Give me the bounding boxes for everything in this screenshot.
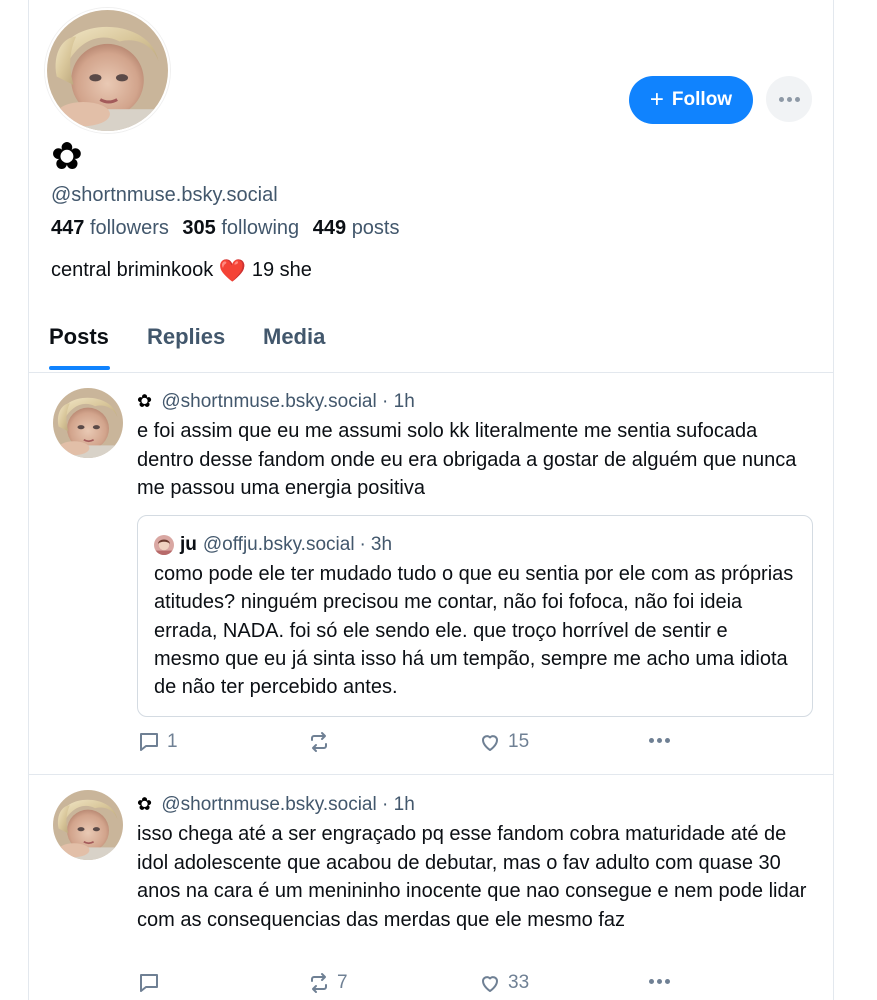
reply-button[interactable] <box>137 971 167 995</box>
post-author-avatar-image <box>53 388 123 458</box>
profile-avatar[interactable] <box>45 8 170 133</box>
post-author-handle[interactable]: @shortnmuse.bsky.social <box>161 391 376 412</box>
quoted-author-avatar-image <box>154 535 174 555</box>
post-author-avatar[interactable] <box>53 388 123 458</box>
like-button[interactable]: 15 <box>478 730 529 754</box>
post-author-avatar-image <box>53 790 123 860</box>
post-more-button[interactable] <box>649 738 670 743</box>
post-separator: · <box>382 794 389 815</box>
post-text: isso chega até a ser engraçado pq esse f… <box>137 823 807 931</box>
post-author-name[interactable]: ✿ <box>137 391 152 412</box>
profile-bio: central briminkook ❤️ 19 she <box>51 258 312 284</box>
feed-post[interactable]: ✿ @shortnmuse.bsky.social · 1h e foi ass… <box>29 373 833 775</box>
post-separator: · <box>382 391 389 412</box>
heart-icon <box>482 976 498 992</box>
follow-button[interactable]: + Follow <box>629 76 753 124</box>
reply-icon <box>140 733 158 751</box>
posts-stat: 449 posts <box>313 217 400 239</box>
bio-text-suffix: 19 she <box>251 259 312 281</box>
profile-handle: @shortnmuse.bsky.social <box>51 184 278 206</box>
post-more-button[interactable] <box>649 979 670 984</box>
followers-count: 447 <box>51 217 85 239</box>
post-author-avatar[interactable] <box>53 790 123 860</box>
ellipsis-icon <box>649 738 670 743</box>
reply-icon <box>140 974 158 992</box>
repost-icon <box>311 732 327 752</box>
feed-post[interactable]: ✿ @shortnmuse.bsky.social · 1h isso cheg… <box>29 775 833 1000</box>
following-stat[interactable]: 305 following <box>182 217 299 239</box>
follow-button-label: Follow <box>671 89 733 110</box>
quoted-post[interactable]: ju @offju.bsky.social · 3h como pode ele… <box>137 515 813 717</box>
quoted-post-meta: ju @offju.bsky.social · 3h <box>154 534 392 556</box>
profile-avatar-image <box>47 10 168 131</box>
post-author-name[interactable]: ✿ <box>137 794 152 815</box>
profile-page: + Follow ✿ @shortnmuse.bsky.social 447 f… <box>0 0 877 1000</box>
quoted-separator: · <box>359 534 366 555</box>
quoted-author-name: ju <box>180 534 197 555</box>
quoted-author-avatar <box>154 535 174 555</box>
reply-button[interactable]: 1 <box>137 730 178 754</box>
followers-stat[interactable]: 447 followers <box>51 217 169 239</box>
profile-tabs: Posts Replies Media <box>29 312 833 373</box>
profile-column: + Follow ✿ @shortnmuse.bsky.social 447 f… <box>28 0 834 1000</box>
plus-icon: + <box>649 86 664 113</box>
heart-emoji-icon: ❤️ <box>218 258 247 283</box>
post-actions: 1 15 <box>137 730 697 758</box>
post-text: e foi assim que eu me assumi solo kk lit… <box>137 420 797 499</box>
heart-icon <box>482 735 498 751</box>
post-meta: ✿ @shortnmuse.bsky.social · 1h <box>137 794 415 816</box>
like-count: 15 <box>508 731 530 752</box>
post-meta: ✿ @shortnmuse.bsky.social · 1h <box>137 391 415 413</box>
posts-label: posts <box>351 217 400 239</box>
like-count: 33 <box>508 972 530 993</box>
tab-media[interactable]: Media <box>263 324 325 360</box>
quoted-author-handle: @offju.bsky.social <box>202 534 355 555</box>
post-timestamp[interactable]: 1h <box>394 391 415 412</box>
repost-count: 7 <box>337 972 348 993</box>
quoted-timestamp: 3h <box>370 534 393 555</box>
profile-stats: 447 followers 305 following 449 posts <box>51 217 400 240</box>
followers-label: followers <box>89 217 169 239</box>
repost-icon <box>311 973 327 993</box>
repost-button[interactable]: 7 <box>307 971 348 995</box>
more-options-button[interactable] <box>766 76 812 122</box>
posts-count: 449 <box>312 217 347 239</box>
following-count: 305 <box>182 217 216 239</box>
quoted-post-text: como pode ele ter mudado tudo o que eu s… <box>154 563 794 699</box>
reply-count: 1 <box>167 731 178 752</box>
repost-button[interactable] <box>307 730 337 754</box>
tab-replies[interactable]: Replies <box>147 324 225 360</box>
active-tab-indicator <box>49 366 110 370</box>
post-author-handle[interactable]: @shortnmuse.bsky.social <box>161 794 376 815</box>
post-actions: 7 33 <box>137 971 697 999</box>
following-label: following <box>221 217 300 239</box>
post-timestamp[interactable]: 1h <box>394 794 415 815</box>
tab-posts[interactable]: Posts <box>49 324 109 360</box>
like-button[interactable]: 33 <box>478 971 529 995</box>
ellipsis-icon <box>778 96 800 102</box>
display-name: ✿ <box>51 134 83 178</box>
ellipsis-icon <box>649 979 670 984</box>
bio-text-prefix: central briminkook <box>51 259 214 281</box>
